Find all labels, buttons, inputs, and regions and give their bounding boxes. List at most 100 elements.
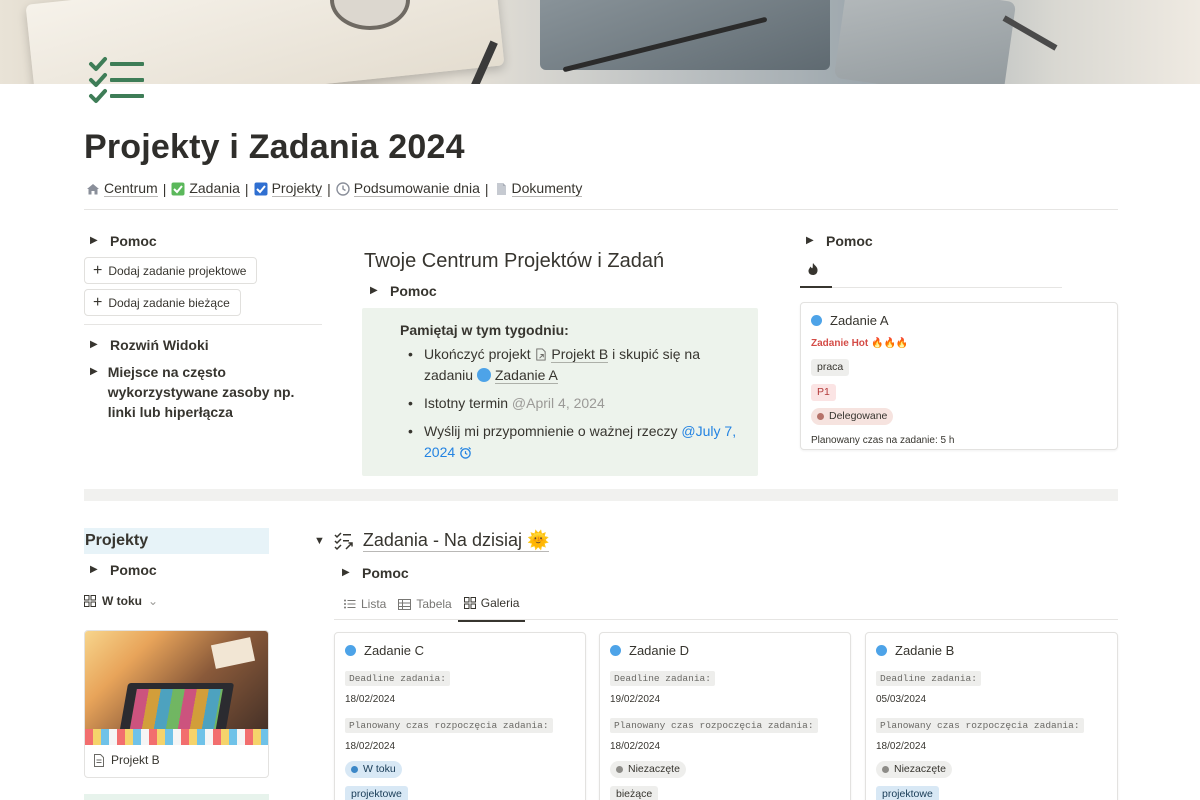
plus-icon: + xyxy=(93,293,103,311)
left-divider xyxy=(84,324,322,325)
list-item: Wyślij mi przypomnienie o ważnej rzeczy … xyxy=(400,421,740,463)
checklist-arrow-icon xyxy=(334,532,353,551)
view-tabs: Lista Tabela Galeria xyxy=(338,594,526,622)
page-mention-projekt-b[interactable]: Projekt B xyxy=(534,346,612,363)
project-name: Projekt B xyxy=(85,745,268,775)
page-link-icon xyxy=(536,348,547,361)
status-badge: Niezaczęte xyxy=(610,761,686,778)
chevron-down-icon: ⌄ xyxy=(148,594,159,608)
deadline-value: 19/02/2024 xyxy=(610,694,661,705)
triangle-down-icon: ▼ xyxy=(314,535,325,547)
breadcrumb-zadania[interactable]: Zadania xyxy=(171,180,240,197)
resources-toggle[interactable]: ▶ Miejsce na często wykorzystywane zasob… xyxy=(90,362,320,422)
deadline-label: Deadline zadania: xyxy=(610,671,715,686)
project-cover-image xyxy=(85,631,268,745)
page-title: Projekty i Zadania 2024 xyxy=(84,128,465,166)
date-mention[interactable]: @April 4, 2024 xyxy=(512,395,605,411)
tasks-title[interactable]: ▼ Zadania - Na dzisiaj 🌞 xyxy=(314,530,550,552)
breadcrumb-dokumenty[interactable]: Dokumenty xyxy=(494,180,583,197)
hot-label: Zadanie Hot 🔥🔥🔥 xyxy=(811,338,909,349)
triangle-right-icon: ▶ xyxy=(342,567,350,578)
type-badge: projektowe xyxy=(876,786,939,800)
center-title: Twoje Centrum Projektów i Zadań xyxy=(364,250,665,272)
next-project-card-edge xyxy=(84,794,269,800)
task-dot-icon xyxy=(811,315,822,326)
status-badge: Niezaczęte xyxy=(876,761,952,778)
table-icon xyxy=(398,598,412,610)
start-value: 18/02/2024 xyxy=(876,741,927,752)
checklist-icon[interactable] xyxy=(88,56,148,108)
task-card[interactable]: Zadanie C Deadline zadania: 18/02/2024 P… xyxy=(334,632,586,800)
task-title: Zadanie D xyxy=(629,643,689,658)
start-label: Planowany czas rozpoczęcia zadania: xyxy=(345,718,553,733)
callout-heading: Pamiętaj w tym tygodniu: xyxy=(400,322,569,338)
start-label: Planowany czas rozpoczęcia zadania: xyxy=(610,718,818,733)
projects-heading: Projekty xyxy=(84,528,269,554)
start-label: Planowany czas rozpoczęcia zadania: xyxy=(876,718,1084,733)
type-badge: bieżące xyxy=(610,786,659,800)
gallery-icon xyxy=(463,597,476,609)
add-project-task-button[interactable]: + Dodaj zadanie projektowe xyxy=(84,257,258,284)
plus-icon: + xyxy=(93,261,103,279)
task-dot-icon xyxy=(476,368,491,382)
checkbox-green-icon xyxy=(171,182,185,195)
task-card[interactable]: Zadanie D Deadline zadania: 19/02/2024 P… xyxy=(599,632,851,800)
triangle-right-icon: ▶ xyxy=(90,235,98,246)
help-toggle-tasks[interactable]: ▶ Pomoc xyxy=(342,563,409,583)
page-mention-zadanie-a[interactable]: Zadanie A xyxy=(476,367,558,384)
triangle-right-icon: ▶ xyxy=(90,339,98,350)
tab-galeria[interactable]: Galeria xyxy=(457,594,526,622)
alarm-clock-icon xyxy=(460,446,472,459)
priority-badge: P1 xyxy=(811,384,836,401)
expand-views-toggle[interactable]: ▶ Rozwiń Widoki xyxy=(90,335,209,355)
triangle-right-icon: ▶ xyxy=(90,366,98,377)
projects-view-selector[interactable]: W toku ⌄ xyxy=(84,594,158,608)
breadcrumb: Centrum | Zadania | Projekty | Podsumowa… xyxy=(86,180,583,197)
help-toggle-left[interactable]: ▶ Pomoc xyxy=(90,231,157,251)
start-value: 18/02/2024 xyxy=(345,741,396,752)
list-item: Istotny termin @April 4, 2024 xyxy=(400,393,740,414)
clock-icon xyxy=(336,181,350,196)
deadline-label: Deadline zadania: xyxy=(345,671,450,686)
deadline-value: 05/03/2024 xyxy=(876,694,927,705)
card-title: Zadanie A xyxy=(811,313,1107,328)
cover-image xyxy=(0,0,1200,84)
section-divider-band xyxy=(84,489,1118,501)
reminder-list: Ukończyć projekt Projekt B i skupić się … xyxy=(400,344,740,463)
help-toggle-projects[interactable]: ▶ Pomoc xyxy=(90,560,157,580)
help-toggle-right[interactable]: ▶ Pomoc xyxy=(806,231,873,251)
breadcrumb-podsumowanie[interactable]: Podsumowanie dnia xyxy=(336,180,480,197)
triangle-right-icon: ▶ xyxy=(370,285,378,296)
header-divider xyxy=(84,209,1118,210)
breadcrumb-centrum[interactable]: Centrum xyxy=(86,180,158,197)
task-title: Zadanie C xyxy=(364,643,424,658)
planned-time: Planowany czas na zadanie: 5 h xyxy=(811,435,955,446)
project-card[interactable]: Projekt B xyxy=(84,630,269,778)
gallery-icon xyxy=(84,595,96,607)
add-current-task-button[interactable]: + Dodaj zadanie bieżące xyxy=(84,289,241,316)
tab-lista[interactable]: Lista xyxy=(338,594,392,622)
status-badge: Delegowane xyxy=(811,408,894,425)
breadcrumb-projekty[interactable]: Projekty xyxy=(254,180,323,197)
task-dot-icon xyxy=(345,645,356,656)
hot-task-card[interactable]: Zadanie A Zadanie Hot 🔥🔥🔥 praca P1 Deleg… xyxy=(800,302,1118,450)
triangle-right-icon: ▶ xyxy=(806,235,814,246)
deadline-label: Deadline zadania: xyxy=(876,671,981,686)
deadline-value: 18/02/2024 xyxy=(345,694,396,705)
task-dot-icon xyxy=(610,645,621,656)
fire-icon xyxy=(808,263,818,275)
active-tab-indicator xyxy=(800,286,832,288)
list-icon xyxy=(344,599,356,609)
task-card[interactable]: Zadanie B Deadline zadania: 05/03/2024 P… xyxy=(865,632,1118,800)
fire-view-tab[interactable] xyxy=(806,262,820,279)
task-dot-icon xyxy=(876,645,887,656)
tab-tabela[interactable]: Tabela xyxy=(392,594,457,622)
house-icon xyxy=(87,183,99,194)
list-item: Ukończyć projekt Projekt B i skupić się … xyxy=(400,344,740,386)
type-badge: projektowe xyxy=(345,786,408,800)
task-title: Zadanie B xyxy=(895,643,955,658)
tag-badge: praca xyxy=(811,359,850,376)
help-toggle-center[interactable]: ▶ Pomoc xyxy=(370,281,437,301)
start-value: 18/02/2024 xyxy=(610,741,661,752)
document-icon xyxy=(94,753,104,767)
